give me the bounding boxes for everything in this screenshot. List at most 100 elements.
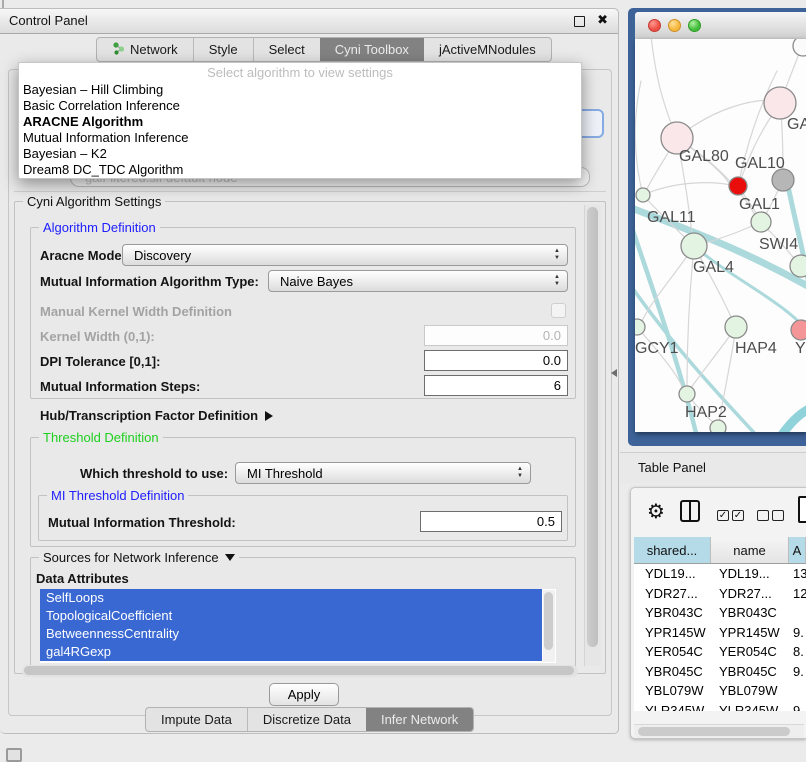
table-row[interactable]: YDL19...YDL19...13 — [634, 564, 806, 584]
which-threshold-combo[interactable]: MI Threshold ▲▼ — [235, 462, 531, 484]
table-panel-window: ⚙ ✓ ✓ shared...nameA YDL19...YDL19...13Y… — [630, 487, 806, 739]
which-threshold-value: MI Threshold — [247, 466, 323, 481]
mi-steps-field[interactable]: 6 — [424, 375, 568, 396]
network-node-label: GAL80 — [679, 148, 729, 165]
splitter-grip[interactable] — [611, 369, 617, 377]
tab-label: jActiveMNodules — [439, 42, 536, 57]
table-row[interactable]: YDR27...YDR27...12 — [634, 584, 806, 604]
float-window-icon[interactable] — [574, 16, 585, 27]
network-node[interactable] — [793, 39, 806, 56]
gear-icon[interactable]: ⚙ — [647, 499, 665, 524]
network-node[interactable] — [636, 188, 650, 202]
hub-definition-toggle[interactable]: Hub/Transcription Factor Definition — [40, 408, 273, 423]
table-row[interactable]: YPR145WYPR145W9. — [634, 623, 806, 643]
column-header-name[interactable]: name — [711, 537, 789, 563]
network-edge[interactable] — [781, 406, 806, 432]
network-node[interactable] — [751, 212, 771, 232]
table-row[interactable]: YBL079WYBL079W — [634, 681, 806, 701]
network-node[interactable] — [790, 255, 806, 277]
network-node[interactable] — [635, 319, 645, 335]
mi-type-combo[interactable]: Naive Bayes ▲▼ — [268, 270, 568, 292]
mi-type-value: Naive Bayes — [280, 274, 353, 289]
docked-panel-icon[interactable] — [6, 748, 22, 762]
attributes-scrollbar[interactable] — [543, 590, 555, 662]
close-icon[interactable]: ✖ — [597, 12, 608, 28]
algorithm-option[interactable]: ARACNE Algorithm — [19, 114, 581, 130]
network-node-label: GAL1 — [739, 196, 780, 213]
tab-jactivemnodules[interactable]: jActiveMNodules — [424, 38, 551, 61]
data-attribute-item-selected[interactable]: TopologicalCoefficient — [40, 607, 542, 625]
network-node[interactable] — [729, 177, 747, 195]
data-attribute-item-selected[interactable]: SelfLoops — [40, 589, 542, 607]
data-attributes-label: Data Attributes — [36, 571, 129, 586]
algorithm-option[interactable]: Basic Correlation Inference — [19, 98, 581, 114]
settings-horizontal-scrollbar[interactable] — [22, 665, 578, 677]
dpi-tolerance-field[interactable]: 0.0 — [424, 350, 568, 371]
checked-checkbox-icon[interactable]: ✓ — [717, 510, 729, 521]
algorithm-option[interactable]: Bayesian – K2 — [19, 146, 581, 162]
tab-label: Discretize Data — [263, 712, 351, 727]
table-row[interactable]: YLR345WYLR345W9. — [634, 701, 806, 712]
algorithm-option[interactable]: Bayesian – Hill Climbing — [19, 82, 581, 98]
minimize-traffic-light[interactable] — [668, 19, 681, 32]
which-threshold-label: Which threshold to use: — [80, 466, 228, 481]
settings-vertical-scrollbar[interactable] — [584, 205, 601, 666]
tab-style[interactable]: Style — [193, 38, 253, 61]
apply-button[interactable]: Apply — [269, 683, 339, 706]
checked-checkbox-icon[interactable]: ✓ — [732, 510, 744, 521]
table-cell: YBR043C — [711, 605, 789, 620]
unchecked-checkbox-icon[interactable] — [772, 510, 784, 521]
network-node[interactable] — [710, 420, 726, 432]
data-attribute-item-selected[interactable]: BetweennessCentrality — [40, 625, 542, 643]
tab-network[interactable]: Network — [97, 38, 193, 61]
column-header-shared-[interactable]: shared... — [634, 537, 711, 563]
panel-title: Control Panel — [9, 13, 88, 28]
mi-steps-value: 6 — [554, 378, 561, 393]
tab-impute-data[interactable]: Impute Data — [146, 708, 247, 731]
network-canvas[interactable]: GALGAL80GAL10GAL11GAL1SWI4GAL4GCY1HAP4YH… — [635, 39, 806, 432]
data-attribute-item-selected[interactable]: gal4RGexp — [40, 643, 542, 661]
table-cell: YER054C — [711, 644, 789, 659]
table-cell: YER054C — [634, 644, 711, 659]
network-node[interactable] — [764, 87, 796, 119]
network-node-label: GAL10 — [735, 155, 785, 172]
table-horizontal-scrollbar[interactable] — [634, 724, 804, 738]
network-node[interactable] — [791, 320, 806, 340]
tab-infer-network[interactable]: Infer Network — [366, 708, 473, 731]
document-icon[interactable] — [798, 496, 806, 523]
network-window-titlebar — [635, 12, 806, 40]
aracne-mode-value: Discovery — [134, 248, 191, 263]
close-traffic-light[interactable] — [648, 19, 661, 32]
zoom-traffic-light[interactable] — [688, 19, 701, 32]
control-panel-window: Control Panel ✖ NetworkStyleSelectCyni T… — [0, 8, 619, 734]
network-node[interactable] — [679, 386, 695, 402]
algorithm-dropdown-placeholder: Select algorithm to view settings — [19, 63, 581, 82]
tab-cyni-toolbox[interactable]: Cyni Toolbox — [320, 38, 424, 61]
algorithm-option[interactable]: Dream8 DC_TDC Algorithm — [19, 162, 581, 178]
table-row[interactable]: YBR045CYBR045C9. — [634, 662, 806, 682]
table-cell: 8. — [789, 644, 806, 659]
manual-kernel-checkbox[interactable] — [551, 303, 566, 318]
sources-title-toggle[interactable]: Sources for Network Inference — [39, 550, 239, 565]
tab-discretize-data[interactable]: Discretize Data — [247, 708, 366, 731]
columns-icon[interactable] — [680, 500, 700, 522]
network-node[interactable] — [681, 233, 707, 259]
network-edge[interactable] — [635, 81, 643, 195]
aracne-mode-combo[interactable]: Discovery ▲▼ — [122, 244, 568, 266]
threshold-definition-title: Threshold Definition — [39, 430, 163, 445]
unchecked-checkbox-icon[interactable] — [757, 510, 769, 521]
table-cell: YPR145W — [634, 625, 711, 640]
table-row[interactable]: YBR043CYBR043C — [634, 603, 806, 623]
network-view-window: GALGAL80GAL10GAL11GAL1SWI4GAL4GCY1HAP4YH… — [628, 8, 806, 446]
algorithm-definition-title: Algorithm Definition — [39, 220, 160, 235]
tab-select[interactable]: Select — [253, 38, 320, 61]
hidden-group-border — [14, 191, 606, 192]
table-cell: YBR045C — [711, 664, 789, 679]
algorithm-option[interactable]: Mutual Information Inference — [19, 130, 581, 146]
mi-threshold-field[interactable]: 0.5 — [420, 511, 562, 532]
network-node[interactable] — [772, 169, 794, 191]
network-node[interactable] — [725, 316, 747, 338]
column-header-a[interactable]: A — [789, 537, 806, 563]
kernel-width-field[interactable]: 0.0 — [424, 325, 568, 346]
table-row[interactable]: YER054CYER054C8. — [634, 642, 806, 662]
